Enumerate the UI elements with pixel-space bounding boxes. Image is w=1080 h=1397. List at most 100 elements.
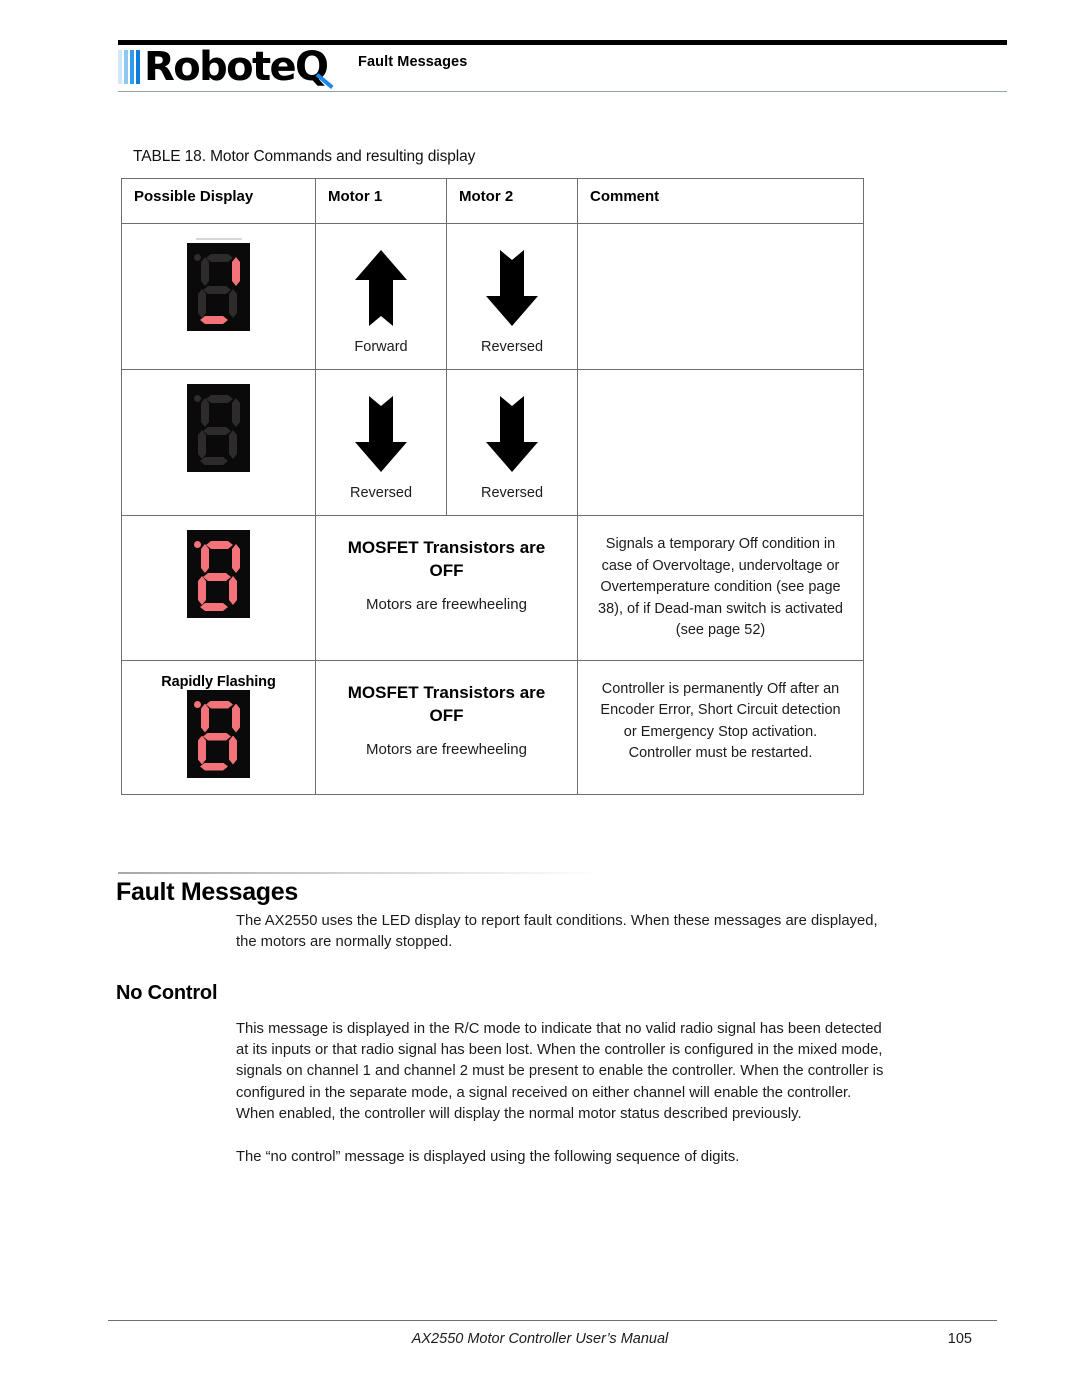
table-row: Reversed Reversed bbox=[121, 369, 864, 516]
cell-possible-display: Rapidly Flashing bbox=[121, 659, 316, 795]
display-panel bbox=[187, 384, 250, 472]
seven-segment-display-2 bbox=[187, 530, 250, 618]
segment-e bbox=[198, 736, 206, 765]
segment-f bbox=[201, 704, 209, 733]
cell-comment: Controller is permanently Off after an E… bbox=[577, 659, 864, 795]
arrow-down-icon bbox=[486, 250, 538, 326]
paragraph-no-control: This message is displayed in the R/C mod… bbox=[236, 1021, 884, 1122]
seven-segment-display-0 bbox=[187, 238, 250, 331]
motor-direction-caption: Reversed bbox=[480, 485, 544, 501]
segment-dot bbox=[193, 700, 201, 708]
header-section-title: Fault Messages bbox=[358, 54, 468, 70]
motor-direction-arrow bbox=[447, 370, 577, 477]
cell-comment: Signals a temporary Off condition in cas… bbox=[577, 515, 864, 661]
footer-rule bbox=[108, 1320, 997, 1321]
display-panel bbox=[187, 243, 250, 331]
cell-possible-display bbox=[121, 515, 316, 661]
table-row: Rapidly Flashing MOSFET Transistors are OF… bbox=[121, 659, 864, 795]
cell-comment bbox=[577, 223, 864, 370]
cell-comment bbox=[577, 369, 864, 516]
seven-segment-display-1 bbox=[187, 384, 250, 472]
display-panel bbox=[186, 689, 250, 778]
segment-d bbox=[200, 603, 228, 611]
footer-manual-title: AX2550 Motor Controller User’s Manual bbox=[411, 1331, 669, 1347]
footer-page-number: 105 bbox=[947, 1331, 972, 1347]
mosfet-status-title: MOSFET Transistors are OFF bbox=[347, 682, 546, 725]
segment-g bbox=[203, 286, 231, 294]
header-bottom-rule bbox=[118, 91, 1007, 92]
segment-b bbox=[232, 544, 240, 573]
segment-g bbox=[203, 733, 231, 741]
motor-direction-arrow bbox=[447, 224, 577, 331]
cell-possible-display bbox=[121, 223, 316, 370]
seven-segment-display-3: Rapidly Flashing bbox=[161, 667, 276, 778]
segment-b bbox=[232, 398, 240, 427]
motor-direction-caption: Reversed bbox=[349, 485, 413, 501]
segment-e bbox=[198, 576, 206, 605]
column-header-possible-display: Possible Display bbox=[121, 178, 316, 224]
segment-c bbox=[229, 736, 237, 765]
cell-motor-2: Reversed bbox=[446, 223, 578, 370]
segment-b bbox=[232, 257, 240, 286]
motor-direction-caption: Forward bbox=[354, 339, 408, 355]
comment-text: Controller is permanently Off after an E… bbox=[600, 680, 841, 762]
display-top-line bbox=[195, 238, 242, 240]
segment-dot bbox=[194, 254, 201, 261]
mosfet-status-title: MOSFET Transistors are OFF bbox=[347, 538, 546, 580]
column-header-comment: Comment bbox=[577, 178, 864, 224]
table-row: Forward Reversed bbox=[121, 223, 864, 370]
motor-direction-arrow bbox=[316, 224, 446, 331]
motor-direction-arrow bbox=[316, 370, 446, 477]
segment-d bbox=[200, 457, 228, 465]
arrow-up-icon bbox=[355, 250, 407, 326]
segment-dot bbox=[194, 395, 201, 402]
segment-g bbox=[203, 427, 231, 435]
table-body: Forward Reversed Reversed Reversed MOSFET Tr… bbox=[121, 223, 864, 795]
segment-a bbox=[206, 541, 233, 549]
segment-d bbox=[200, 763, 228, 771]
mosfet-status-subtext: Motors are freewheeling bbox=[366, 596, 527, 613]
comment-text: Signals a temporary Off condition in cas… bbox=[598, 536, 843, 638]
cell-possible-display bbox=[121, 369, 316, 516]
arrow-down-icon bbox=[355, 396, 407, 472]
heading-no-control: No Control bbox=[116, 982, 218, 1004]
segment-f bbox=[201, 398, 209, 427]
motor-direction-caption: Reversed bbox=[480, 339, 544, 355]
segment-a bbox=[206, 701, 233, 709]
segment-dot bbox=[194, 541, 201, 548]
table-header-row: Possible Display Motor 1 Motor 2 Comment bbox=[121, 178, 864, 224]
heading-fault-messages: Fault Messages bbox=[116, 878, 298, 906]
segment-a bbox=[206, 395, 233, 403]
column-header-motor-2: Motor 2 bbox=[446, 178, 578, 224]
cell-motor-1: Reversed bbox=[315, 369, 447, 516]
table-caption: TABLE 18. Motor Commands and resulting d… bbox=[133, 148, 476, 165]
segment-e bbox=[198, 430, 206, 459]
segment-e bbox=[198, 289, 206, 318]
motor-commands-table: Possible Display Motor 1 Motor 2 Comment… bbox=[121, 178, 864, 795]
cell-motor-1: Forward bbox=[315, 223, 447, 370]
display-panel bbox=[187, 530, 250, 618]
mosfet-status-subtext: Motors are freewheeling bbox=[366, 740, 527, 758]
column-header-motor-1: Motor 1 bbox=[315, 178, 447, 224]
cell-motor-2: Reversed bbox=[446, 369, 578, 516]
segment-g bbox=[203, 573, 231, 581]
roboteq-logo: RoboteQ bbox=[118, 44, 335, 90]
segment-a bbox=[206, 254, 233, 262]
segment-b bbox=[232, 704, 240, 733]
arrow-down-icon bbox=[486, 396, 538, 472]
table-row: MOSFET Transistors are OFF Motors are free… bbox=[121, 515, 864, 661]
paragraph-sequence-of-digits: The “no control” message is displayed us… bbox=[236, 1149, 740, 1165]
flash-label: Rapidly Flashing bbox=[161, 673, 276, 690]
section-divider bbox=[118, 872, 602, 874]
cell-mosfet-status: MOSFET Transistors are OFF Motors are free… bbox=[315, 515, 578, 661]
segment-d bbox=[200, 316, 228, 324]
segment-c bbox=[229, 289, 237, 318]
segment-f bbox=[201, 544, 209, 573]
segment-f bbox=[201, 257, 209, 286]
logo-wordmark: RoboteQ bbox=[144, 44, 329, 90]
paragraph-fault-messages: The AX2550 uses the LED display to repor… bbox=[236, 913, 878, 950]
logo-bars-icon bbox=[118, 50, 142, 84]
segment-c bbox=[229, 576, 237, 605]
segment-c bbox=[229, 430, 237, 459]
cell-mosfet-status: MOSFET Transistors are OFF Motors are free… bbox=[315, 659, 578, 795]
